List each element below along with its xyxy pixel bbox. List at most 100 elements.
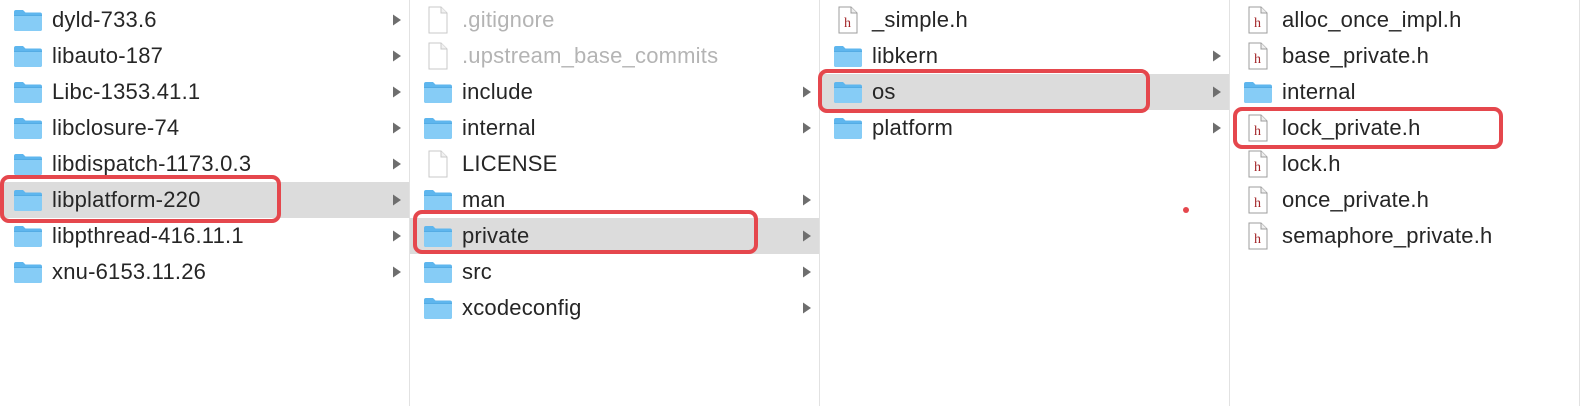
- folder-icon: [423, 259, 453, 285]
- item-label: include: [462, 79, 534, 104]
- red-annotation-dot: [1183, 207, 1189, 213]
- list-item-include[interactable]: include: [410, 74, 819, 110]
- column-4[interactable]: h alloc_once_impl.h h base_private.h interna…: [1230, 0, 1580, 406]
- list-item-src[interactable]: src: [410, 254, 819, 290]
- svg-text:h: h: [844, 16, 851, 31]
- svg-text:h: h: [1254, 160, 1261, 175]
- list-item-semaphore-private-h[interactable]: h semaphore_private.h: [1230, 218, 1579, 254]
- folder-icon: [423, 79, 453, 105]
- folder-icon: [13, 151, 43, 177]
- header-file-icon: h: [833, 6, 863, 34]
- item-label: libclosure-74: [52, 115, 180, 140]
- folder-icon: [1243, 79, 1273, 105]
- item-label: semaphore_private.h: [1282, 223, 1493, 248]
- document-icon: [423, 150, 453, 178]
- folder-icon: [423, 295, 453, 321]
- list-item-libpthread-416-11-1[interactable]: libpthread-416.11.1: [0, 218, 409, 254]
- list-item-base-private-h[interactable]: h base_private.h: [1230, 38, 1579, 74]
- item-label: libdispatch-1173.0.3: [52, 151, 252, 176]
- chevron-right-icon: [801, 301, 813, 315]
- list-item-os[interactable]: os: [820, 74, 1229, 110]
- list-item-alloc-once-impl-h[interactable]: h alloc_once_impl.h: [1230, 2, 1579, 38]
- item-label: .gitignore: [462, 7, 555, 32]
- header-file-icon: h: [1243, 114, 1273, 142]
- chevron-right-icon: [391, 121, 403, 135]
- header-file-icon: h: [1243, 186, 1273, 214]
- column-1[interactable]: dyld-733.6 libauto-187 Libc-1353.41.1 libcl…: [0, 0, 410, 406]
- item-label: libplatform-220: [52, 187, 201, 212]
- list-item-simple-h[interactable]: h _simple.h: [820, 2, 1229, 38]
- list-item-gitignore[interactable]: .gitignore: [410, 2, 819, 38]
- item-label: platform: [872, 115, 954, 140]
- item-label: _simple.h: [872, 7, 968, 32]
- list-item-libc-1353-41-1[interactable]: Libc-1353.41.1: [0, 74, 409, 110]
- list-item-private[interactable]: private: [410, 218, 819, 254]
- item-label: alloc_once_impl.h: [1282, 7, 1462, 32]
- header-file-icon: h: [1243, 6, 1273, 34]
- chevron-right-icon: [391, 193, 403, 207]
- chevron-right-icon: [1211, 85, 1223, 99]
- list-item-libclosure-74[interactable]: libclosure-74: [0, 110, 409, 146]
- chevron-right-icon: [391, 13, 403, 27]
- document-icon: [423, 6, 453, 34]
- item-label: libkern: [872, 43, 939, 68]
- item-label: Libc-1353.41.1: [52, 79, 201, 104]
- item-label: internal: [1282, 79, 1356, 104]
- chevron-right-icon: [1211, 49, 1223, 63]
- list-item-libdispatch-1173-0-3[interactable]: libdispatch-1173.0.3: [0, 146, 409, 182]
- list-item-libplatform-220[interactable]: libplatform-220: [0, 182, 409, 218]
- chevron-right-icon: [801, 229, 813, 243]
- chevron-right-icon: [801, 265, 813, 279]
- header-file-icon: h: [1243, 150, 1273, 178]
- chevron-right-icon: [801, 121, 813, 135]
- chevron-right-icon: [801, 85, 813, 99]
- item-label: man: [462, 187, 506, 212]
- column-3[interactable]: h _simple.hlibkern os platform: [818, 0, 1230, 406]
- list-item-lock-private-h[interactable]: h lock_private.h: [1230, 110, 1579, 146]
- list-item-xnu-6153-11-26[interactable]: xnu-6153.11.26: [0, 254, 409, 290]
- chevron-right-icon: [801, 193, 813, 207]
- svg-text:h: h: [1254, 16, 1261, 31]
- list-item-libauto-187[interactable]: libauto-187: [0, 38, 409, 74]
- header-file-icon: h: [1243, 222, 1273, 250]
- column-browser: dyld-733.6 libauto-187 Libc-1353.41.1 libcl…: [0, 0, 1580, 406]
- list-item-dyld-733-6[interactable]: dyld-733.6: [0, 2, 409, 38]
- item-label: once_private.h: [1282, 187, 1430, 212]
- chevron-right-icon: [391, 157, 403, 171]
- list-item-libkern[interactable]: libkern: [820, 38, 1229, 74]
- list-item-man[interactable]: man: [410, 182, 819, 218]
- list-item-once-private-h[interactable]: h once_private.h: [1230, 182, 1579, 218]
- item-label: libauto-187: [52, 43, 164, 68]
- folder-icon: [423, 115, 453, 141]
- item-label: .upstream_base_commits: [462, 43, 719, 68]
- column-2[interactable]: .gitignore .upstream_base_commitsinclude i…: [410, 0, 820, 406]
- list-item-xcodeconfig[interactable]: xcodeconfig: [410, 290, 819, 326]
- item-label: lock.h: [1282, 151, 1341, 176]
- list-item-internal[interactable]: internal: [410, 110, 819, 146]
- list-item-lock-h[interactable]: h lock.h: [1230, 146, 1579, 182]
- list-item-license[interactable]: LICENSE: [410, 146, 819, 182]
- folder-icon: [13, 7, 43, 33]
- folder-icon: [13, 43, 43, 69]
- chevron-right-icon: [1211, 121, 1223, 135]
- folder-icon: [423, 223, 453, 249]
- chevron-right-icon: [391, 85, 403, 99]
- document-icon: [423, 42, 453, 70]
- item-label: LICENSE: [462, 151, 558, 176]
- list-item-upstream-base-commits[interactable]: .upstream_base_commits: [410, 38, 819, 74]
- folder-icon: [833, 43, 863, 69]
- list-item-platform[interactable]: platform: [820, 110, 1229, 146]
- list-item-internal[interactable]: internal: [1230, 74, 1579, 110]
- folder-icon: [13, 223, 43, 249]
- item-label: internal: [462, 115, 536, 140]
- svg-text:h: h: [1254, 232, 1261, 247]
- folder-icon: [13, 187, 43, 213]
- svg-text:h: h: [1254, 124, 1261, 139]
- svg-text:h: h: [1254, 196, 1261, 211]
- item-label: xcodeconfig: [462, 295, 582, 320]
- item-label: base_private.h: [1282, 43, 1430, 68]
- chevron-right-icon: [391, 229, 403, 243]
- item-label: lock_private.h: [1282, 115, 1421, 140]
- folder-icon: [423, 187, 453, 213]
- item-label: os: [872, 79, 896, 104]
